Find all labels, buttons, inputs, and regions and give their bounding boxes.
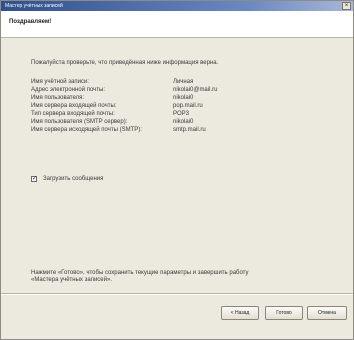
finish-instructions-line: «Мастера учётных записей». — [31, 277, 112, 283]
wizard-content: Пожалуйста проверьте, что приведённая ни… — [1, 38, 353, 293]
back-button[interactable]: < Назад — [221, 306, 259, 320]
info-value: nikolai0@mail.ru — [173, 87, 218, 93]
finish-instructions-line: Нажмите «Готово», чтобы сохранить текущи… — [31, 270, 249, 276]
cancel-button[interactable]: Отмена — [307, 306, 347, 320]
title-bar: Мастер учётных записей × — [1, 1, 353, 11]
wizard-header: Поздравляем! — [1, 11, 353, 38]
info-value: nikolai0 — [173, 119, 194, 125]
info-value: nikolai0 — [173, 95, 194, 101]
info-label: Имя сервера исходящей почты (SMTP): — [31, 127, 142, 133]
info-value: POP3 — [173, 111, 190, 117]
info-label: Имя пользователя: — [31, 95, 85, 101]
info-label: Имя пользователя (SMTP сервер): — [31, 119, 128, 125]
account-wizard-window: Мастер учётных записей × Поздравляем! По… — [0, 0, 354, 340]
finish-button[interactable]: Готово — [265, 306, 303, 320]
info-label: Имя учётной записи: — [31, 79, 89, 85]
info-label: Адрес электронной почты: — [31, 87, 106, 93]
info-value: Личная — [173, 79, 194, 85]
header-title: Поздравляем! — [9, 19, 52, 25]
button-divider — [1, 293, 353, 295]
close-icon[interactable]: × — [342, 2, 351, 10]
window-title: Мастер учётных записей — [5, 3, 63, 9]
info-label: Имя сервера входящей почты: — [31, 103, 117, 109]
info-label: Тип сервера входящей почты: — [31, 111, 115, 117]
download-messages-label: Загрузить сообщения — [43, 176, 104, 182]
download-messages-checkbox[interactable]: ✓ — [31, 176, 37, 182]
intro-text: Пожалуйста проверьте, что приведённая ни… — [31, 60, 219, 66]
finish-instructions: Нажмите «Готово», чтобы сохранить текущи… — [31, 270, 321, 284]
info-value: smtp.mail.ru — [173, 127, 206, 133]
info-value: pop.mail.ru — [173, 103, 203, 109]
